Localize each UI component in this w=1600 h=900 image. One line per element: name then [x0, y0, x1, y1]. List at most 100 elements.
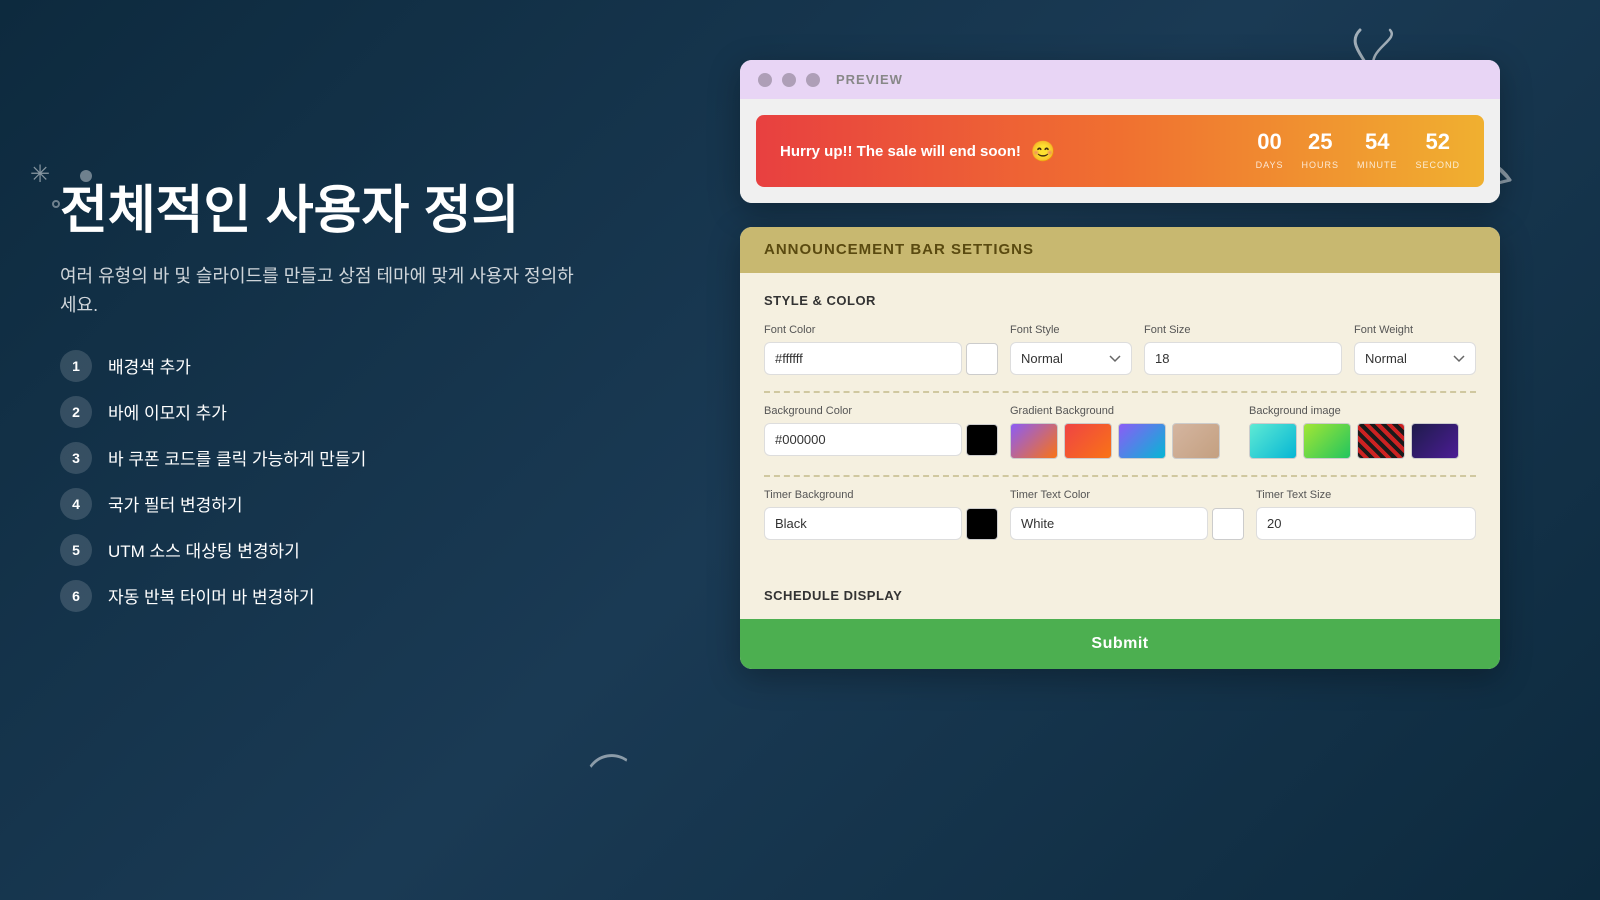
- font-color-input[interactable]: [764, 342, 962, 375]
- bg-image-swatch-1[interactable]: [1249, 423, 1297, 459]
- feature-item: 3 바 쿠폰 코드를 클릭 가능하게 만들기: [60, 442, 580, 474]
- preview-content: Hurry up!! The sale will end soon! 😊 00 …: [740, 99, 1500, 203]
- settings-title: ANNOUNCEMENT BAR SETTIGNS: [764, 241, 1034, 258]
- gradient-swatch-3[interactable]: [1118, 423, 1166, 459]
- timer-second-value: 52: [1415, 129, 1460, 155]
- feature-item: 6 자동 반복 타이머 바 변경하기: [60, 580, 580, 612]
- timer-bg-input-row: [764, 507, 998, 540]
- feature-item: 2 바에 이모지 추가: [60, 396, 580, 428]
- font-color-swatch[interactable]: [966, 343, 998, 375]
- bg-image-swatch-2[interactable]: [1303, 423, 1351, 459]
- timer-hours-value: 25: [1301, 129, 1339, 155]
- preview-window: PREVIEW Hurry up!! The sale will end soo…: [740, 60, 1500, 203]
- timer-text-color-swatch[interactable]: [1212, 508, 1244, 540]
- feature-list: 1 배경색 추가 2 바에 이모지 추가 3 바 쿠폰 코드를 클릭 가능하게 …: [60, 350, 580, 612]
- feature-num: 1: [60, 350, 92, 382]
- bg-color-input-row: [764, 423, 998, 456]
- font-style-label: Font Style: [1010, 324, 1132, 336]
- bg-image-swatch-3[interactable]: [1357, 423, 1405, 459]
- preview-label: PREVIEW: [836, 72, 903, 87]
- font-style-select[interactable]: Normal Bold Italic: [1010, 342, 1132, 375]
- decoration-bottom: ⌒: [585, 739, 634, 803]
- feature-item: 5 UTM 소스 대상팅 변경하기: [60, 534, 580, 566]
- right-panel: PREVIEW Hurry up!! The sale will end soo…: [740, 60, 1500, 669]
- subtitle: 여러 유형의 바 및 슬라이드를 만들고 상점 테마에 맞게 사용자 정의하세요…: [60, 262, 580, 320]
- feature-label: 바 쿠폰 코드를 클릭 가능하게 만들기: [108, 445, 366, 470]
- feature-num: 4: [60, 488, 92, 520]
- titlebar-dot-2: [782, 73, 796, 87]
- settings-panel: ANNOUNCEMENT BAR SETTIGNS STYLE & COLOR …: [740, 227, 1500, 669]
- timer-bg-group: Timer Background: [764, 489, 998, 540]
- left-panel: 전체적인 사용자 정의 여러 유형의 바 및 슬라이드를 만들고 상점 테마에 …: [60, 180, 580, 612]
- bg-image-label: Background image: [1249, 405, 1476, 417]
- bg-image-swatch-4[interactable]: [1411, 423, 1459, 459]
- bg-fields-row: Background Color Gradient Background: [764, 405, 1476, 459]
- font-weight-select[interactable]: Normal Bold Light: [1354, 342, 1476, 375]
- timer-text-color-group: Timer Text Color: [1010, 489, 1244, 540]
- feature-label: 배경색 추가: [108, 353, 191, 378]
- timer-bg-input[interactable]: [764, 507, 962, 540]
- font-color-input-row: [764, 342, 998, 375]
- bg-color-group: Background Color: [764, 405, 998, 459]
- timer-text-color-label: Timer Text Color: [1010, 489, 1244, 501]
- settings-body: STYLE & COLOR Font Color Font Style Norm…: [740, 273, 1500, 576]
- timer-text-size-input[interactable]: [1256, 507, 1476, 540]
- font-style-group: Font Style Normal Bold Italic: [1010, 324, 1132, 375]
- timer-text-size-group: Timer Text Size: [1256, 489, 1476, 540]
- gradient-swatch-1[interactable]: [1010, 423, 1058, 459]
- timer-display: 00 DAYS 25 HOURS 54 MINUTE 52 SECOND: [1256, 129, 1460, 173]
- feature-num: 3: [60, 442, 92, 474]
- feature-item: 1 배경색 추가: [60, 350, 580, 382]
- schedule-section: SCHEDULE DISPLAY: [740, 576, 1500, 603]
- style-section-title: STYLE & COLOR: [764, 293, 1476, 308]
- timer-days-value: 00: [1256, 129, 1284, 155]
- font-color-group: Font Color: [764, 324, 998, 375]
- timer-minute: 54 MINUTE: [1357, 129, 1398, 173]
- timer-minute-value: 54: [1357, 129, 1398, 155]
- bar-message: Hurry up!! The sale will end soon! 😊: [780, 139, 1056, 164]
- feature-label: 자동 반복 타이머 바 변경하기: [108, 583, 315, 608]
- decoration-small-circle: [52, 200, 60, 208]
- font-fields-row: Font Color Font Style Normal Bold Italic: [764, 324, 1476, 375]
- feature-num: 2: [60, 396, 92, 428]
- titlebar-dot-3: [806, 73, 820, 87]
- gradient-swatch-2[interactable]: [1064, 423, 1112, 459]
- timer-bg-swatch[interactable]: [966, 508, 998, 540]
- timer-bg-label: Timer Background: [764, 489, 998, 501]
- gradient-swatches: [1010, 423, 1237, 459]
- timer-minute-label: MINUTE: [1357, 160, 1398, 170]
- gradient-bg-label: Gradient Background: [1010, 405, 1237, 417]
- feature-num: 6: [60, 580, 92, 612]
- bar-emoji: 😊: [1031, 139, 1056, 164]
- decoration-stars: ✳: [30, 160, 50, 189]
- settings-header: ANNOUNCEMENT BAR SETTIGNS: [740, 227, 1500, 273]
- main-title: 전체적인 사용자 정의: [60, 180, 580, 242]
- font-size-input[interactable]: [1144, 342, 1342, 375]
- bg-color-label: Background Color: [764, 405, 998, 417]
- timer-hours-label: HOURS: [1301, 160, 1339, 170]
- gradient-swatch-4[interactable]: [1172, 423, 1220, 459]
- feature-label: 바에 이모지 추가: [108, 399, 227, 424]
- font-size-label: Font Size: [1144, 324, 1342, 336]
- schedule-section-title: SCHEDULE DISPLAY: [764, 576, 1476, 603]
- timer-fields-row: Timer Background Timer Text Color Timer …: [764, 489, 1476, 540]
- font-weight-label: Font Weight: [1354, 324, 1476, 336]
- feature-label: 국가 필터 변경하기: [108, 491, 243, 516]
- titlebar-dot-1: [758, 73, 772, 87]
- bg-color-input[interactable]: [764, 423, 962, 456]
- bg-color-swatch[interactable]: [966, 424, 998, 456]
- timer-text-size-label: Timer Text Size: [1256, 489, 1476, 501]
- font-weight-group: Font Weight Normal Bold Light: [1354, 324, 1476, 375]
- timer-second-label: SECOND: [1415, 160, 1460, 170]
- divider-1: [764, 391, 1476, 393]
- timer-second: 52 SECOND: [1415, 129, 1460, 173]
- timer-days: 00 DAYS: [1256, 129, 1284, 173]
- timer-text-color-input[interactable]: [1010, 507, 1208, 540]
- timer-days-label: DAYS: [1256, 160, 1284, 170]
- feature-label: UTM 소스 대상팅 변경하기: [108, 537, 300, 562]
- timer-hours: 25 HOURS: [1301, 129, 1339, 173]
- submit-button[interactable]: Submit: [740, 619, 1500, 669]
- feature-num: 5: [60, 534, 92, 566]
- bar-message-text: Hurry up!! The sale will end soon!: [780, 143, 1021, 160]
- font-size-group: Font Size: [1144, 324, 1342, 375]
